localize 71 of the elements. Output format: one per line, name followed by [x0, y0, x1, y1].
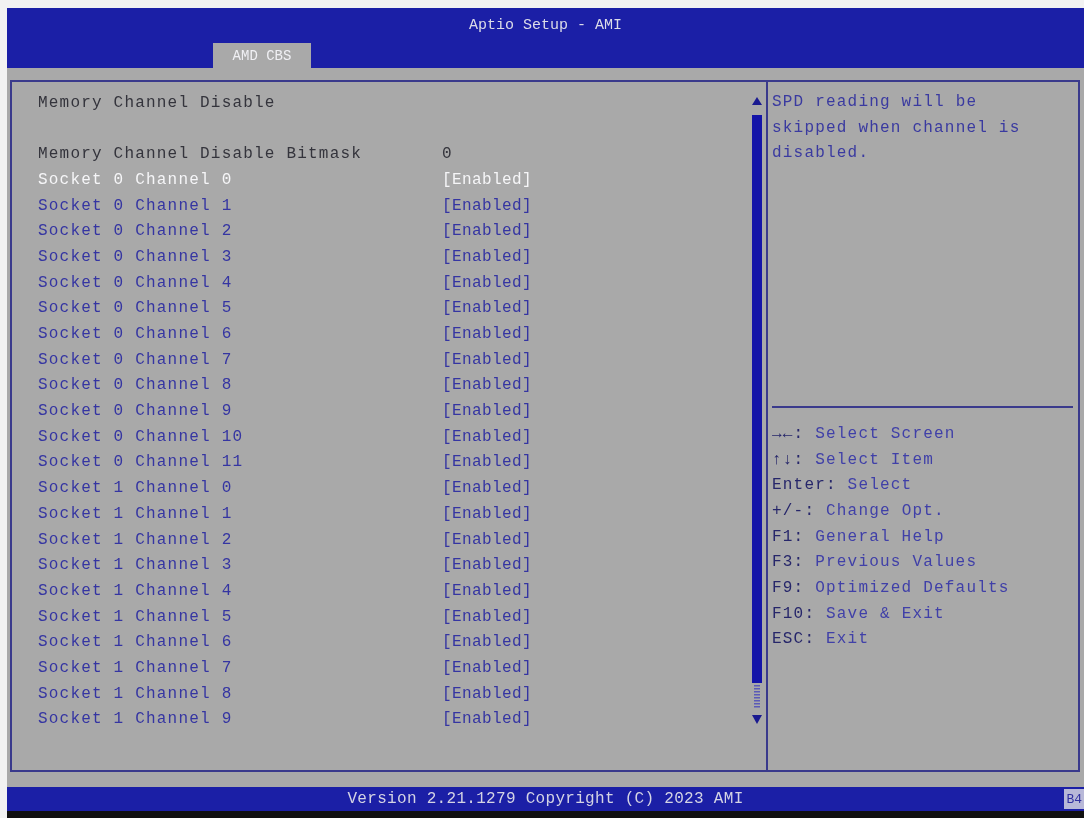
setting-label[interactable]: Socket 0 Channel 5 [38, 299, 442, 318]
setting-label[interactable]: Socket 0 Channel 8 [38, 376, 442, 395]
setting-value[interactable]: [Enabled] [442, 299, 532, 318]
hint-action: Change Opt. [826, 501, 945, 520]
setting-value[interactable]: [Enabled] [442, 710, 532, 729]
hint-key: F1: [772, 527, 805, 546]
setting-value[interactable]: [Enabled] [442, 453, 532, 472]
hint-action: Select Item [815, 450, 935, 469]
setting-value[interactable]: [Enabled] [442, 633, 532, 652]
setting-label[interactable]: Socket 1 Channel 2 [38, 530, 442, 549]
setting-label[interactable]: Socket 0 Channel 9 [38, 402, 442, 421]
setting-value: 0 [442, 145, 452, 164]
hint-key: ESC: [772, 630, 816, 649]
hint-action: Save & Exit [826, 604, 945, 623]
setting-value[interactable]: [Enabled] [442, 222, 532, 241]
hint-action: Select Screen [815, 424, 956, 443]
setting-value[interactable]: [Enabled] [442, 170, 532, 189]
setting-label[interactable]: Socket 0 Channel 7 [38, 350, 442, 369]
setting-label: Memory Channel Disable Bitmask [38, 145, 364, 164]
setting-label[interactable]: Socket 1 Channel 1 [38, 504, 442, 523]
setting-value[interactable]: [Enabled] [442, 658, 532, 677]
setting-value[interactable]: [Enabled] [442, 684, 532, 703]
setting-label[interactable]: Socket 1 Channel 0 [38, 479, 442, 498]
setting-value[interactable]: [Enabled] [442, 350, 532, 369]
setting-label[interactable]: Socket 1 Channel 4 [38, 581, 442, 600]
setting-label[interactable]: Socket 0 Channel 3 [38, 247, 442, 266]
hint-action: Exit [826, 630, 870, 649]
setting-value[interactable]: [Enabled] [442, 607, 532, 626]
section-heading: Memory Channel Disable [38, 93, 276, 112]
setting-value[interactable]: [Enabled] [442, 325, 532, 344]
setting-label[interactable]: Socket 0 Channel 10 [38, 427, 442, 446]
setting-value[interactable]: [Enabled] [442, 196, 532, 215]
hint-key: F3: [772, 553, 805, 572]
setting-value[interactable]: [Enabled] [442, 247, 532, 266]
hint-key: +/-: [772, 501, 816, 520]
setting-label[interactable]: Socket 0 Channel 1 [38, 196, 442, 215]
hint-action: Select [847, 476, 913, 495]
hint-key: F10: [772, 604, 816, 623]
setting-value[interactable]: [Enabled] [442, 479, 532, 498]
scrollbar[interactable] [752, 97, 762, 725]
setting-value[interactable]: [Enabled] [442, 504, 532, 523]
hint-action: General Help [815, 527, 945, 546]
hint-action: Previous Values [815, 553, 978, 572]
setting-label[interactable]: Socket 1 Channel 8 [38, 684, 442, 703]
menu-tab[interactable]: AMD CBS [213, 43, 311, 68]
setting-label[interactable]: Socket 1 Channel 9 [38, 710, 442, 729]
post-code: B4 [1064, 789, 1084, 809]
setting-value[interactable]: [Enabled] [442, 581, 532, 600]
setting-value[interactable]: [Enabled] [442, 376, 532, 395]
setting-label[interactable]: Socket 0 Channel 6 [38, 325, 442, 344]
hint-key: ↑↓: [772, 450, 805, 469]
setting-label[interactable]: Socket 0 Channel 4 [38, 273, 442, 292]
window-title: Aptio Setup - AMI [469, 17, 622, 34]
hint-key: →←: [772, 424, 805, 443]
setting-value[interactable]: [Enabled] [442, 530, 532, 549]
setting-label[interactable]: Socket 1 Channel 6 [38, 633, 442, 652]
setting-value[interactable]: [Enabled] [442, 402, 532, 421]
setting-label[interactable]: Socket 1 Channel 7 [38, 658, 442, 677]
hint-key: Enter: [772, 476, 837, 495]
version-text: Version 2.21.1279 Copyright (C) 2023 AMI [347, 790, 744, 808]
help-text: SPD reading will be skipped when channel is disabled. [772, 92, 1022, 165]
setting-label[interactable]: Socket 0 Channel 11 [38, 453, 442, 472]
setting-label[interactable]: Socket 1 Channel 5 [38, 607, 442, 626]
setting-value[interactable]: [Enabled] [442, 273, 532, 292]
setting-label[interactable]: Socket 0 Channel 0 [38, 170, 442, 189]
hint-action: Optimized Defaults [815, 578, 1010, 597]
setting-value[interactable]: [Enabled] [442, 556, 532, 575]
hint-key: F9: [772, 578, 805, 597]
setting-label[interactable]: Socket 1 Channel 3 [38, 556, 442, 575]
setting-value[interactable]: [Enabled] [442, 427, 532, 446]
setting-label[interactable]: Socket 0 Channel 2 [38, 222, 442, 241]
